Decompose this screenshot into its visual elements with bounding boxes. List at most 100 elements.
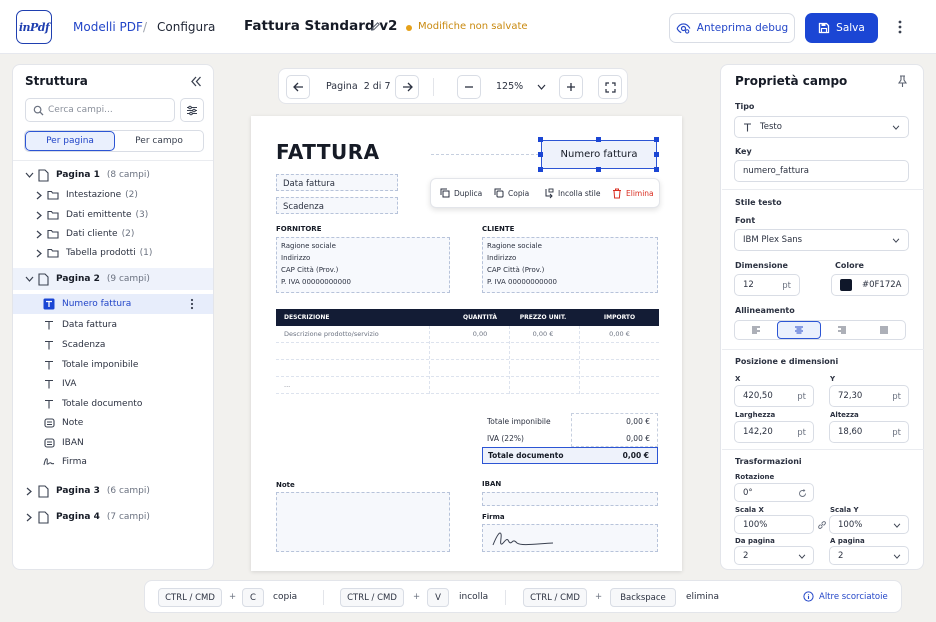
document-canvas[interactable]: FATTURA Numero fattura Data fattura Scad…: [251, 116, 682, 571]
zoom-dropdown-chevron-icon[interactable]: [537, 84, 546, 90]
font-label: Font: [735, 216, 756, 225]
tipo-select[interactable]: Testo: [734, 116, 909, 138]
tree-page-3[interactable]: Pagina 3 (6 campi): [13, 482, 213, 500]
tree-field-scadenza[interactable]: Scadenza: [13, 336, 213, 354]
tree-field-totale-documento[interactable]: Totale documento: [13, 395, 213, 413]
table-header: DESCRIZIONE QUANTITÀ PREZZO UNIT. IMPORT…: [276, 309, 659, 326]
tree-field-iva[interactable]: IVA: [13, 375, 213, 393]
link-scale-icon[interactable]: [817, 520, 827, 530]
width-input[interactable]: 142,20 pt: [734, 421, 814, 443]
field-more-icon[interactable]: [190, 298, 194, 310]
align-justify-button[interactable]: [863, 321, 905, 339]
align-right-icon: [838, 326, 846, 334]
rotation-input[interactable]: 0°: [734, 483, 814, 502]
tree-field-totale-imponibile[interactable]: Totale imponibile: [13, 356, 213, 374]
zoom-out-button[interactable]: [457, 75, 481, 99]
resize-handle[interactable]: [654, 137, 659, 142]
tab-per-campo[interactable]: Per campo: [115, 131, 203, 151]
delete-button[interactable]: Elimina: [612, 188, 654, 199]
tree-group-dati-cliente[interactable]: Dati cliente (2): [13, 225, 213, 243]
scadenza-field[interactable]: Scadenza: [276, 197, 398, 214]
font-size-input[interactable]: 12 pt: [734, 274, 800, 296]
data-fattura-field[interactable]: Data fattura: [276, 174, 398, 191]
from-page-select[interactable]: 2: [734, 546, 814, 565]
align-left-button[interactable]: [735, 321, 777, 339]
tree-page-1[interactable]: Pagina 1 (8 campi): [13, 166, 213, 184]
y-input[interactable]: 72,30 pt: [829, 385, 909, 407]
resize-handle[interactable]: [596, 167, 601, 172]
key-label: Key: [735, 147, 752, 156]
zoom-level: 125%: [496, 81, 524, 92]
tree-field-numero-fattura[interactable]: Numero fattura: [13, 294, 213, 314]
firma-field[interactable]: [482, 524, 658, 552]
shortcut-delete-label: elimina: [686, 592, 720, 602]
total-documento-row[interactable]: Totale documento 0,00 €: [482, 447, 658, 464]
font-select[interactable]: IBM Plex Sans: [734, 229, 909, 251]
fullscreen-button[interactable]: [598, 75, 622, 99]
tree-page-2[interactable]: Pagina 2 (9 campi): [13, 268, 213, 290]
copy-button[interactable]: Copia: [494, 188, 529, 198]
pin-icon[interactable]: [897, 75, 908, 88]
y-label: Y: [830, 375, 836, 383]
page-label: Pagina: [326, 81, 358, 92]
tree-field-data-fattura[interactable]: Data fattura: [13, 316, 213, 334]
page-indicator: Pagina 2 di 7: [326, 81, 391, 92]
tree-field-label: Note: [62, 418, 84, 428]
fornitore-address-field[interactable]: Ragione sociale Indirizzo CAP Città (Prov.…: [276, 237, 450, 293]
to-page-select[interactable]: 2: [829, 546, 909, 565]
edit-title-pencil-icon[interactable]: [370, 21, 381, 32]
resize-handle[interactable]: [538, 152, 543, 157]
next-page-button[interactable]: [395, 75, 419, 99]
products-table[interactable]: DESCRIZIONE QUANTITÀ PREZZO UNIT. IMPORT…: [276, 309, 659, 394]
align-center-button[interactable]: [777, 321, 821, 339]
tree-page-count: (8 campi): [106, 170, 150, 180]
tree-page-4[interactable]: Pagina 4 (7 campi): [13, 508, 213, 526]
resize-handle[interactable]: [654, 152, 659, 157]
duplicate-button[interactable]: Duplica: [440, 188, 482, 198]
collapse-panel-icon[interactable]: [190, 76, 202, 87]
tree-group-dati-emittente[interactable]: Dati emittente (3): [13, 206, 213, 224]
note-field[interactable]: [276, 492, 450, 552]
scale-x-input[interactable]: 100%: [734, 515, 814, 534]
tree-field-note[interactable]: Note: [13, 414, 213, 432]
structure-title: Struttura: [25, 74, 88, 88]
table-row: ...: [276, 377, 659, 394]
iban-field[interactable]: [482, 492, 658, 506]
x-input[interactable]: 420,50 pt: [734, 385, 814, 407]
cliente-address-field[interactable]: Ragione sociale Indirizzo CAP Città (Prov.…: [482, 237, 658, 293]
paste-style-button[interactable]: Incolla stile: [544, 188, 600, 199]
prev-page-button[interactable]: [286, 75, 310, 99]
allineamento-label: Allineamento: [735, 306, 795, 315]
resize-handle[interactable]: [596, 137, 601, 142]
key-input[interactable]: numero_fattura: [734, 160, 909, 182]
unsaved-status: Modifiche non salvate: [418, 21, 528, 32]
tree-field-firma[interactable]: Firma: [13, 453, 213, 471]
tree-group-tabella-prodotti[interactable]: Tabella prodotti (1): [13, 244, 213, 262]
resize-handle[interactable]: [654, 167, 659, 172]
chevron-right-icon: [33, 211, 45, 220]
debug-preview-button[interactable]: Anteprima debug: [669, 13, 795, 43]
tree-field-iban[interactable]: IBAN: [13, 434, 213, 452]
save-button[interactable]: Salva: [805, 13, 878, 43]
zoom-in-button[interactable]: [559, 75, 583, 99]
color-input[interactable]: #0F172A: [831, 274, 909, 296]
tab-per-pagina[interactable]: Per pagina: [25, 131, 115, 151]
scale-y-select[interactable]: 100%: [829, 515, 909, 534]
height-input[interactable]: 18,60 pt: [829, 421, 909, 443]
align-right-button[interactable]: [821, 321, 863, 339]
tree-group-count: (2): [121, 229, 135, 239]
text-type-icon: [41, 399, 57, 409]
more-menu-icon[interactable]: [894, 19, 906, 35]
search-input[interactable]: Cerca campi...: [25, 98, 175, 122]
resize-handle[interactable]: [538, 137, 543, 142]
tree-field-label: Totale documento: [62, 399, 143, 409]
numero-fattura-field[interactable]: Numero fattura: [541, 140, 657, 169]
resize-handle[interactable]: [538, 167, 543, 172]
app-logo[interactable]: inPdf: [16, 10, 52, 44]
filter-button[interactable]: [180, 98, 204, 122]
color-swatch[interactable]: [840, 279, 852, 291]
more-shortcuts-link[interactable]: Altre scorciatoie: [803, 591, 888, 602]
breadcrumb-root[interactable]: Modelli PDF: [73, 20, 143, 34]
align-center-icon: [795, 326, 803, 334]
tree-group-intestazione[interactable]: Intestazione (2): [13, 186, 213, 204]
